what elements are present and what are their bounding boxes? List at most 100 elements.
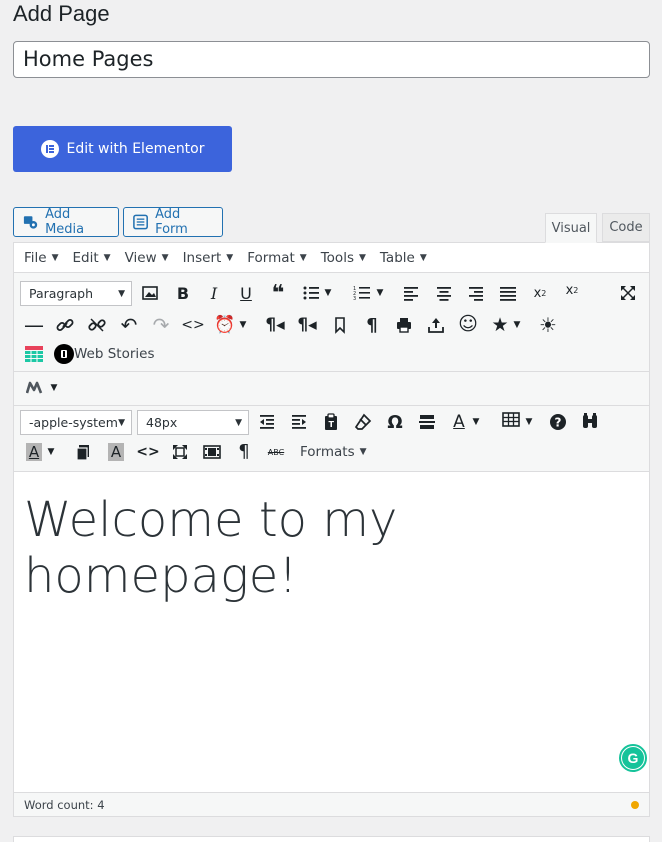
chevron-down-icon: ▼ <box>235 417 242 428</box>
eraser-icon[interactable] <box>350 409 376 435</box>
emoticon-icon[interactable]: ☺ <box>455 311 481 337</box>
menu-insert[interactable]: Insert ▼ <box>183 250 234 266</box>
editor-statusbar: Word count: 4 <box>14 792 649 816</box>
sun-icon[interactable]: ☀ <box>535 312 561 338</box>
chevron-down-icon: ▼ <box>161 252 169 263</box>
svg-text:3: 3 <box>353 296 356 302</box>
upload-icon[interactable] <box>423 312 449 338</box>
elementor-label: Edit with Elementor <box>66 141 205 157</box>
web-stories-label: Web Stories <box>74 346 155 362</box>
chevron-down-icon: ▼ <box>419 252 427 263</box>
align-left-icon[interactable] <box>398 280 424 306</box>
post-title-input[interactable]: Home Pages <box>13 41 650 78</box>
chevron-down-icon: ▼ <box>118 417 125 428</box>
menu-file[interactable]: File ▼ <box>24 250 59 266</box>
source-code-icon[interactable]: <> <box>135 439 161 465</box>
editor: File ▼ Edit ▼ View ▼ Insert ▼ Format ▼ Tools ▼… <box>13 242 650 817</box>
redo-icon[interactable]: ↷ <box>148 312 174 338</box>
numbered-list-icon[interactable]: 123 <box>349 280 375 306</box>
menu-tools[interactable]: Tools ▼ <box>321 250 366 266</box>
chevron-down-icon: ▼ <box>359 447 367 457</box>
chevron-down-icon: ▼ <box>51 252 59 263</box>
spellcheck-icon[interactable]: ABC <box>263 439 289 465</box>
block-format-value: Paragraph <box>29 286 94 301</box>
code-icon[interactable]: <> <box>180 312 206 338</box>
fullscreen-icon[interactable] <box>615 280 641 306</box>
mailchimp-icon[interactable] <box>25 375 47 401</box>
chevron-down-icon[interactable]: ▼ <box>510 312 524 338</box>
menu-format[interactable]: Format ▼ <box>247 250 307 266</box>
formats-dropdown[interactable]: Formats ▼ <box>300 444 367 460</box>
svg-text:T: T <box>329 420 335 429</box>
superscript-icon[interactable]: x2 <box>559 277 585 303</box>
content-heading[interactable]: Welcome to my homepage! <box>24 492 649 604</box>
font-size-select[interactable]: 48px ▼ <box>137 410 249 435</box>
link-icon[interactable] <box>52 312 78 338</box>
font-family-value: -apple-system <box>29 415 118 430</box>
chevron-down-icon: ▼ <box>226 252 234 263</box>
find-replace-icon[interactable] <box>577 408 603 434</box>
menu-view[interactable]: View ▼ <box>125 250 169 266</box>
clock-icon[interactable]: ⏰ <box>212 312 238 338</box>
edit-with-elementor-button[interactable]: Edit with Elementor <box>13 126 232 172</box>
ltr-icon[interactable]: ¶◂ <box>262 312 288 338</box>
paste-text-icon[interactable]: T <box>318 409 344 435</box>
chevron-down-icon[interactable]: ▼ <box>373 280 387 306</box>
editor-menubar: File ▼ Edit ▼ View ▼ Insert ▼ Format ▼ Tools ▼… <box>14 243 649 273</box>
italic-icon[interactable]: I <box>201 280 227 306</box>
status-dot-icon <box>631 801 639 809</box>
menu-edit[interactable]: Edit ▼ <box>73 250 111 266</box>
form-icon <box>133 214 148 230</box>
chevron-down-icon[interactable]: ▼ <box>44 439 58 465</box>
bold-icon[interactable]: B <box>170 280 196 306</box>
show-blocks-icon[interactable]: ¶ <box>231 438 257 464</box>
font-family-select[interactable]: -apple-system ▼ <box>20 410 132 435</box>
paragraph-icon[interactable]: ¶ <box>359 312 385 338</box>
tab-code[interactable]: Code <box>602 213 650 242</box>
grammarly-icon[interactable]: G <box>619 744 647 772</box>
align-justify-icon[interactable] <box>495 280 521 306</box>
editor-content[interactable]: Welcome to my homepage! G <box>14 472 649 792</box>
page-title: Add Page <box>13 1 110 26</box>
add-form-label: Add Form <box>155 207 188 237</box>
expand-icon[interactable] <box>167 439 193 465</box>
chevron-down-icon[interactable]: ▼ <box>321 280 335 306</box>
align-right-icon[interactable] <box>463 280 489 306</box>
editor-toolbars: Paragraph ▼ B I U ❝ ▼ 123 ▼ x2 x2 — ↶ ↷ <… <box>14 273 649 472</box>
word-count: Word count: 4 <box>24 797 105 812</box>
menu-table[interactable]: Table ▼ <box>380 250 427 266</box>
help-icon[interactable]: ? <box>545 409 571 435</box>
tablepress-icon[interactable] <box>21 341 47 367</box>
chevron-down-icon[interactable]: ▼ <box>236 312 250 338</box>
image-icon[interactable] <box>137 280 163 306</box>
media-icon <box>23 216 38 229</box>
print-icon[interactable] <box>391 312 417 338</box>
video-icon[interactable] <box>199 439 225 465</box>
add-media-button[interactable]: Add Media <box>13 207 119 237</box>
chevron-down-icon[interactable]: ▼ <box>47 375 61 401</box>
bookmark-icon[interactable] <box>327 312 353 338</box>
undo-icon[interactable]: ↶ <box>116 312 142 338</box>
highlight-icon[interactable]: A <box>103 439 129 465</box>
chevron-down-icon[interactable]: ▼ <box>469 409 483 435</box>
horizontal-line-icon[interactable]: — <box>21 312 47 338</box>
align-center-icon[interactable] <box>431 280 457 306</box>
rtl-icon[interactable]: ¶◂ <box>294 312 320 338</box>
table-icon[interactable] <box>498 407 524 433</box>
underline-icon[interactable]: U <box>233 280 259 306</box>
outdent-icon[interactable] <box>254 409 280 435</box>
unlink-icon[interactable] <box>84 312 110 338</box>
web-stories-button[interactable]: Web Stories <box>54 343 155 365</box>
block-format-select[interactable]: Paragraph ▼ <box>20 281 132 306</box>
elementor-icon <box>40 140 59 158</box>
add-form-button[interactable]: Add Form <box>123 207 223 237</box>
page-break-icon[interactable] <box>414 409 440 435</box>
subscript-icon[interactable]: x2 <box>527 280 553 306</box>
chevron-down-icon[interactable]: ▼ <box>522 409 536 435</box>
add-media-label: Add Media <box>45 207 85 237</box>
blockquote-icon[interactable]: ❝ <box>265 280 291 306</box>
copy-icon[interactable] <box>71 439 97 465</box>
tab-visual[interactable]: Visual <box>545 213 597 243</box>
omega-icon[interactable]: Ω <box>382 409 408 435</box>
indent-icon[interactable] <box>286 409 312 435</box>
